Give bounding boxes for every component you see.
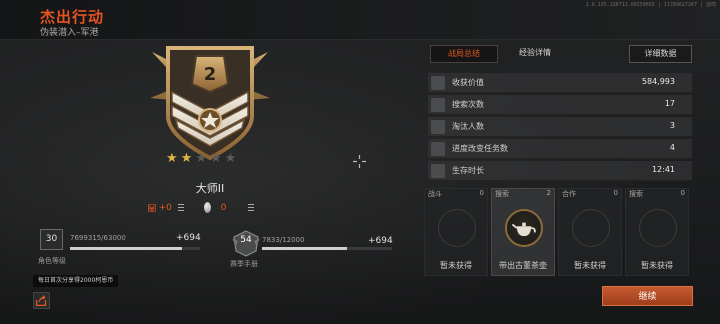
card-category: 合作 bbox=[562, 190, 576, 198]
player-xp-bar bbox=[70, 247, 200, 250]
season-xp-text: 7833/12000 bbox=[262, 236, 305, 244]
stat-value: 584,993 bbox=[641, 77, 675, 86]
player-level-badge: 30 bbox=[40, 229, 63, 250]
card-category: 搜索 bbox=[629, 190, 643, 198]
season-level: 54 bbox=[240, 235, 252, 245]
detail-data-button[interactable]: 详细数据 bbox=[629, 45, 692, 63]
card-category: 搜索 bbox=[495, 190, 509, 198]
stat-row: 生存时长 12:41 bbox=[428, 161, 692, 181]
stat-value: 4 bbox=[669, 143, 675, 152]
star-filled-icon: ★ bbox=[166, 151, 178, 166]
rank-stars: ★ ★ ★ ★ ★ bbox=[166, 152, 236, 165]
locked-medal-icon bbox=[438, 209, 476, 247]
page-title: 杰出行动 bbox=[40, 8, 105, 26]
achievement-card-coop[interactable]: 合作 0 暂未获得 bbox=[558, 188, 622, 276]
card-caption: 暂未获得 bbox=[440, 261, 472, 270]
star-empty-icon: ★ bbox=[195, 151, 207, 166]
player-level-label: 角色等级 bbox=[38, 257, 66, 265]
tab-exp-detail[interactable]: 经验详情 bbox=[505, 45, 565, 63]
coin-icon bbox=[203, 202, 211, 213]
card-category: 战斗 bbox=[428, 190, 442, 198]
stat-label: 生存时长 bbox=[452, 166, 484, 175]
achievement-card-search-2[interactable]: 搜索 0 暂未获得 bbox=[625, 188, 689, 276]
card-caption: 暂未获得 bbox=[574, 261, 606, 270]
locked-medal-icon bbox=[572, 209, 610, 247]
list-icon[interactable] bbox=[248, 204, 254, 211]
rank-badge-icon: 2 bbox=[150, 46, 270, 161]
stat-row: 搜索次数 17 bbox=[428, 95, 692, 115]
locked-medal-icon bbox=[639, 209, 677, 247]
stat-value: 3 bbox=[669, 121, 675, 130]
list-icon[interactable] bbox=[177, 204, 184, 211]
stat-row: 进度改变任务数 4 bbox=[428, 139, 692, 159]
season-xp-fill bbox=[262, 247, 347, 250]
hourglass-icon bbox=[431, 164, 445, 178]
map-subtitle: 伪装潜入–军港 bbox=[40, 28, 99, 38]
stat-label: 搜索次数 bbox=[452, 100, 484, 109]
stat-value: 17 bbox=[664, 99, 675, 108]
card-caption: 带出古董茶壶 bbox=[499, 261, 547, 270]
share-button[interactable] bbox=[33, 292, 50, 309]
teapot-icon bbox=[505, 209, 543, 247]
card-caption: 暂未获得 bbox=[641, 261, 673, 270]
card-count: 0 bbox=[479, 189, 484, 197]
stat-value: 12:41 bbox=[651, 165, 675, 174]
stat-row: 收获价值 584,993 bbox=[428, 73, 692, 93]
season-xp-bar bbox=[262, 247, 392, 250]
rank-name: 大师II bbox=[195, 182, 225, 195]
crosshair-icon bbox=[353, 155, 366, 168]
player-xp-text: 7699315/63000 bbox=[70, 234, 126, 242]
stat-row: 淘汰人数 3 bbox=[428, 117, 692, 137]
card-count: 2 bbox=[546, 189, 551, 197]
star-empty-icon: ★ bbox=[224, 151, 237, 166]
star-filled-icon: ★ bbox=[180, 151, 193, 166]
star-empty-icon: ★ bbox=[209, 151, 222, 166]
tab-summary[interactable]: 战局总结 bbox=[430, 45, 498, 63]
continue-button[interactable]: 继续 bbox=[602, 286, 693, 306]
achievement-card-search[interactable]: 搜索 2 带出古董茶壶 bbox=[491, 188, 555, 276]
build-info: 1.0.135.136713.00250655 | 11789627267 | … bbox=[585, 2, 716, 8]
stat-label: 进度改变任务数 bbox=[452, 144, 508, 153]
season-xp-gain: +694 bbox=[368, 236, 393, 246]
card-count: 0 bbox=[613, 189, 618, 197]
teapot-icon bbox=[511, 222, 536, 237]
rank-number: 2 bbox=[204, 64, 217, 85]
stat-label: 收获价值 bbox=[452, 78, 484, 87]
coin-count: 0 bbox=[220, 202, 227, 213]
player-xp-gain: +694 bbox=[176, 233, 201, 243]
list-icon bbox=[431, 142, 445, 156]
stat-label: 淘汰人数 bbox=[452, 122, 484, 131]
search-icon bbox=[431, 98, 445, 112]
player-xp-fill bbox=[70, 247, 182, 250]
header-bar: 杰出行动 伪装潜入–军港 1.0.135.136713.00250655 | 1… bbox=[0, 0, 720, 40]
season-label: 赛季手册 bbox=[230, 260, 258, 268]
achievement-card-combat[interactable]: 战斗 0 暂未获得 bbox=[424, 188, 488, 276]
box-icon bbox=[431, 76, 445, 90]
rank-stats: +0 0 bbox=[148, 200, 274, 215]
share-icon bbox=[35, 295, 47, 307]
share-tip: 每日首次分享得2000柯恩币 bbox=[33, 275, 119, 287]
card-count: 0 bbox=[680, 189, 685, 197]
rank-chevron-icon bbox=[148, 203, 156, 212]
people-icon bbox=[431, 120, 445, 134]
rank-points: +0 bbox=[158, 202, 172, 213]
